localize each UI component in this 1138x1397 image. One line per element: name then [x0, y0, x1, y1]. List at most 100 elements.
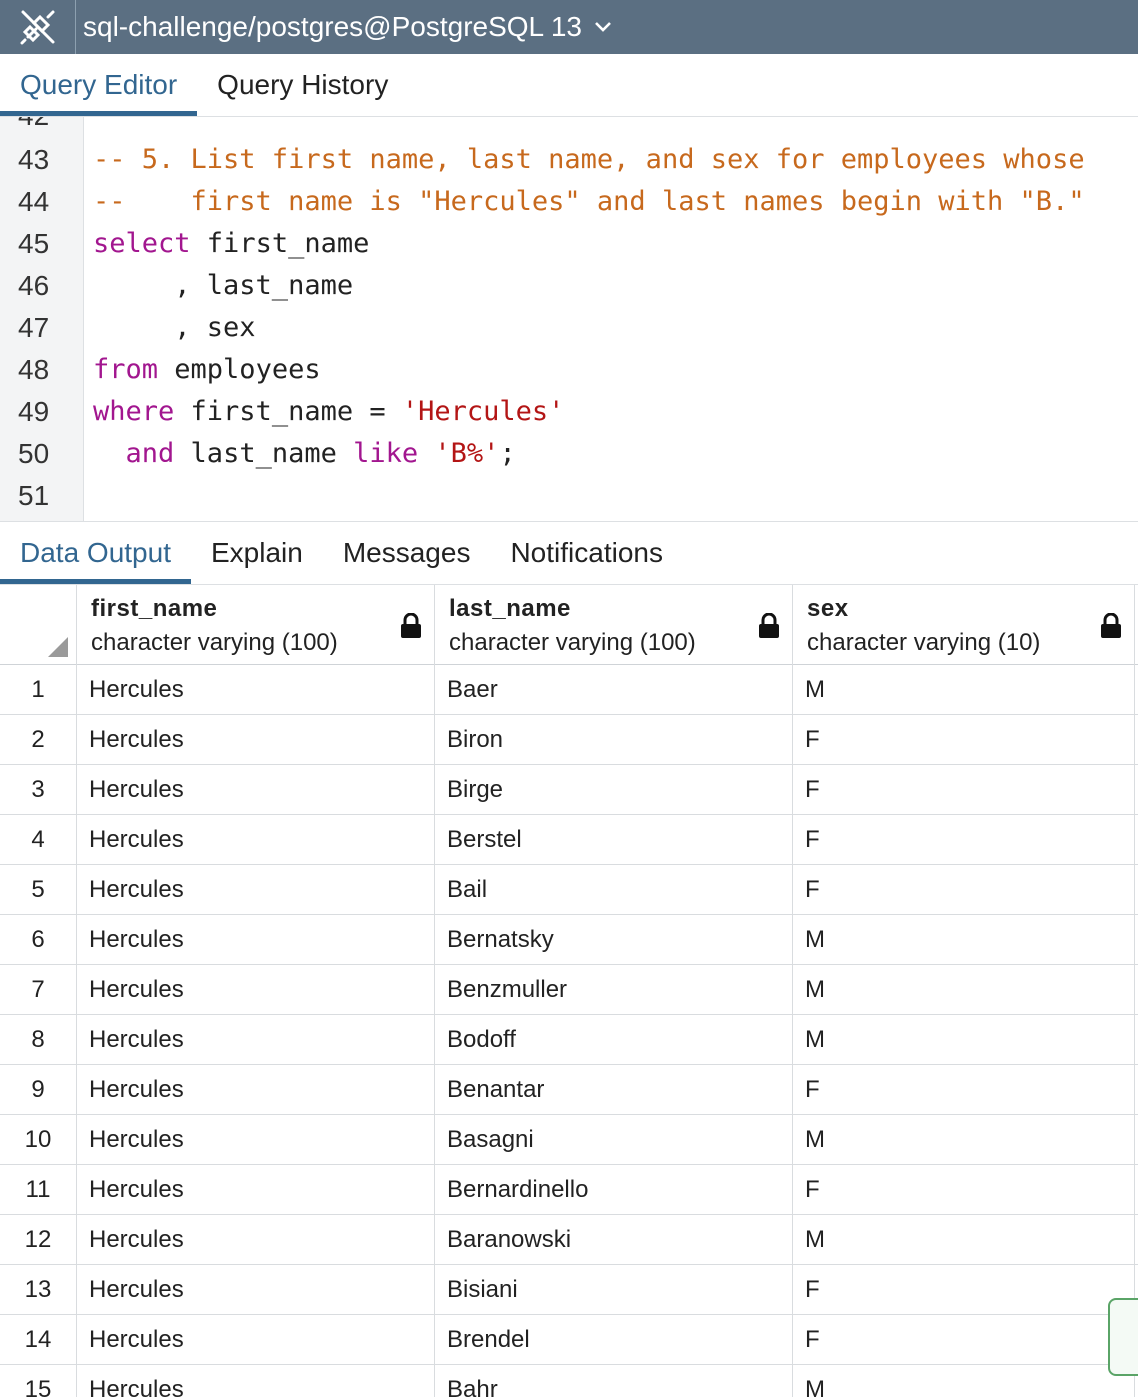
table-cell-sex[interactable]: M [793, 1015, 1135, 1065]
lock-icon [401, 613, 421, 638]
select-all-corner[interactable] [0, 585, 77, 665]
table-row[interactable]: 5 Hercules Bail F [0, 865, 1138, 915]
table-cell-sex[interactable]: F [793, 1165, 1135, 1215]
table-row[interactable]: 10 Hercules Basagni M [0, 1115, 1138, 1165]
line-number: 51 [18, 480, 50, 511]
connection-plug-icon [20, 10, 54, 45]
code-token: ; [499, 438, 516, 469]
table-cell-last_name[interactable]: Berstel [435, 815, 793, 865]
table-cell-last_name[interactable]: Baer [435, 665, 793, 715]
table-row[interactable]: 4 Hercules Berstel F [0, 815, 1138, 865]
table-cell-first_name[interactable]: Hercules [77, 765, 435, 815]
table-cell-sex[interactable]: F [793, 1265, 1135, 1315]
table-cell-sex[interactable]: F [793, 765, 1135, 815]
table-cell-last_name[interactable]: Birge [435, 765, 793, 815]
data-output-grid: first_name character varying (100) last_na… [0, 585, 1138, 1397]
table-cell-sex[interactable]: F [793, 1315, 1135, 1365]
column-name: first_name [91, 595, 218, 622]
table-row[interactable]: 11 Hercules Bernardinello F [0, 1165, 1138, 1215]
table-row[interactable]: 3 Hercules Birge F [0, 765, 1138, 815]
table-cell-first_name[interactable]: Hercules [77, 1065, 435, 1115]
row-number: 3 [0, 765, 77, 815]
row-number: 9 [0, 1065, 77, 1115]
table-row[interactable]: 15 Hercules Bahr M [0, 1365, 1138, 1397]
line-number: 47 [18, 312, 50, 343]
table-cell-last_name[interactable]: Biron [435, 715, 793, 765]
lock-icon [1101, 613, 1121, 638]
table-cell-first_name[interactable]: Hercules [77, 965, 435, 1015]
table-cell-sex[interactable]: M [793, 1215, 1135, 1265]
table-cell-first_name[interactable]: Hercules [77, 815, 435, 865]
table-cell-last_name[interactable]: Bisiani [435, 1265, 793, 1315]
table-cell-first_name[interactable]: Hercules [77, 1165, 435, 1215]
query-editor[interactable]: 42 43 -- 5. List first name, last name, an… [0, 117, 1138, 521]
table-cell-first_name[interactable]: Hercules [77, 1215, 435, 1265]
connection-status[interactable] [0, 0, 76, 54]
column-header-sex[interactable]: sex character varying (10) [793, 585, 1135, 665]
table-row[interactable]: 2 Hercules Biron F [0, 715, 1138, 765]
table-cell-last_name[interactable]: Benantar [435, 1065, 793, 1115]
row-number: 11 [0, 1165, 77, 1215]
column-type: character varying (100) [449, 629, 696, 656]
table-cell-first_name[interactable]: Hercules [77, 715, 435, 765]
table-row[interactable]: 8 Hercules Bodoff M [0, 1015, 1138, 1065]
table-cell-last_name[interactable]: Brendel [435, 1315, 793, 1365]
line-number: 42 [18, 117, 78, 137]
table-cell-sex[interactable]: M [793, 665, 1135, 715]
table-cell-sex[interactable]: M [793, 915, 1135, 965]
code-string: 'Hercules' [401, 396, 565, 427]
code-token: last_name [174, 438, 354, 469]
table-cell-last_name[interactable]: Bodoff [435, 1015, 793, 1065]
code-line: 45 select first_name [0, 223, 1138, 265]
table-cell-first_name[interactable]: Hercules [77, 1365, 435, 1397]
table-cell-sex[interactable]: M [793, 1115, 1135, 1165]
table-cell-last_name[interactable]: Basagni [435, 1115, 793, 1165]
table-cell-last_name[interactable]: Benzmuller [435, 965, 793, 1015]
line-number: 46 [18, 270, 50, 301]
table-cell-first_name[interactable]: Hercules [77, 1015, 435, 1065]
table-cell-sex[interactable]: F [793, 865, 1135, 915]
connection-selector[interactable]: sql-challenge/postgres@PostgreSQL 13 [83, 11, 612, 43]
table-row[interactable]: 14 Hercules Brendel F [0, 1315, 1138, 1365]
tab-messages[interactable]: Messages [323, 522, 491, 584]
table-cell-last_name[interactable]: Bernatsky [435, 915, 793, 965]
table-cell-last_name[interactable]: Bahr [435, 1365, 793, 1397]
table-cell-sex[interactable]: F [793, 815, 1135, 865]
table-row[interactable]: 6 Hercules Bernatsky M [0, 915, 1138, 965]
code-token: employees [158, 354, 321, 385]
tab-data-output[interactable]: Data Output [0, 522, 191, 584]
tab-explain[interactable]: Explain [191, 522, 323, 584]
table-row[interactable]: 13 Hercules Bisiani F [0, 1265, 1138, 1315]
column-header-first_name[interactable]: first_name character varying (100) [77, 585, 435, 665]
table-cell-last_name[interactable]: Bail [435, 865, 793, 915]
table-cell-last_name[interactable]: Bernardinello [435, 1165, 793, 1215]
table-cell-first_name[interactable]: Hercules [77, 1115, 435, 1165]
table-cell-sex[interactable]: F [793, 715, 1135, 765]
tab-query-editor[interactable]: Query Editor [0, 54, 198, 116]
column-type: character varying (100) [91, 629, 338, 656]
side-panel-handle[interactable] [1108, 1298, 1138, 1376]
code-text: , last_name [93, 265, 353, 307]
row-number: 1 [0, 665, 77, 715]
table-row[interactable]: 7 Hercules Benzmuller M [0, 965, 1138, 1015]
code-line-partial: 42 [0, 117, 1138, 137]
table-cell-sex[interactable]: M [793, 965, 1135, 1015]
column-header-last_name[interactable]: last_name character varying (100) [435, 585, 793, 665]
table-cell-sex[interactable]: F [793, 1065, 1135, 1115]
tab-notifications[interactable]: Notifications [490, 522, 683, 584]
table-cell-first_name[interactable]: Hercules [77, 865, 435, 915]
table-row[interactable]: 12 Hercules Baranowski M [0, 1215, 1138, 1265]
table-cell-first_name[interactable]: Hercules [77, 1265, 435, 1315]
code-text: -- 5. List first name, last name, and se… [93, 139, 1085, 181]
table-cell-first_name[interactable]: Hercules [77, 915, 435, 965]
table-cell-first_name[interactable]: Hercules [77, 665, 435, 715]
table-cell-last_name[interactable]: Baranowski [435, 1215, 793, 1265]
code-line: 46 , last_name [0, 265, 1138, 307]
table-row[interactable]: 1 Hercules Baer M [0, 665, 1138, 715]
table-cell-first_name[interactable]: Hercules [77, 1315, 435, 1365]
table-cell-sex[interactable]: M [793, 1365, 1135, 1397]
table-row[interactable]: 9 Hercules Benantar F [0, 1065, 1138, 1115]
tab-query-history[interactable]: Query History [197, 54, 408, 116]
